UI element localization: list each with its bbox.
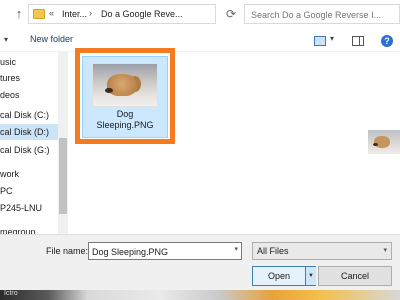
dialog-footer: File name: ▾ All Files ▾ Open ▼ Cancel xyxy=(0,234,400,290)
breadcrumb-item[interactable]: Inter... xyxy=(62,9,87,19)
view-dropdown-icon[interactable]: ▾ xyxy=(330,34,334,43)
breadcrumb-item[interactable]: Do a Google Reve... xyxy=(101,9,183,19)
chevron-right-icon[interactable]: › xyxy=(89,8,92,18)
toolbar: ▾ New folder ▾ ? xyxy=(0,30,400,52)
preview-pane-icon[interactable] xyxy=(352,36,364,46)
overflow-chevron-icon[interactable]: « xyxy=(49,8,54,18)
cancel-button[interactable]: Cancel xyxy=(318,266,392,286)
file-list: Dog Sleeping.PNG xyxy=(68,48,400,234)
file-type-value: All Files xyxy=(257,246,289,256)
nav-item-local-disk-d[interactable]: cal Disk (D:) xyxy=(0,124,58,140)
up-arrow-icon[interactable]: ↑ xyxy=(12,6,26,22)
refresh-icon[interactable]: ⟳ xyxy=(223,6,239,22)
nav-item-videos[interactable]: deos xyxy=(0,87,58,103)
nav-item-homegroup[interactable]: megroup xyxy=(0,224,58,234)
open-button-label: Open xyxy=(267,271,291,281)
address-row: ↑ « Inter... › Do a Google Reve... ⟳ xyxy=(0,0,400,30)
nav-item-network[interactable]: work xyxy=(0,166,58,182)
nav-scrollbar[interactable] xyxy=(58,52,68,234)
chevron-down-icon[interactable]: ▾ xyxy=(383,246,387,254)
background-text: Ictro xyxy=(4,290,18,297)
organize-dropdown-icon[interactable]: ▾ xyxy=(4,35,8,44)
nav-item-music[interactable]: usic xyxy=(0,54,58,70)
nav-item-local-disk-g[interactable]: cal Disk (G:) xyxy=(0,142,58,158)
file-name-label: Dog Sleeping.PNG xyxy=(96,109,154,130)
search-box[interactable] xyxy=(244,4,400,24)
nav-item-computer[interactable]: P245-LNU xyxy=(0,200,58,216)
preview-thumbnail xyxy=(368,130,400,154)
scrollbar-thumb[interactable] xyxy=(59,138,67,214)
new-folder-button[interactable]: New folder xyxy=(30,34,73,44)
open-options-dropdown[interactable]: ▼ xyxy=(305,267,316,285)
nav-item-pc[interactable]: PC xyxy=(0,183,58,199)
help-icon[interactable]: ? xyxy=(381,35,393,47)
search-input[interactable] xyxy=(251,8,397,21)
background-strip xyxy=(0,290,400,300)
folder-icon xyxy=(33,9,45,19)
view-options-icon[interactable] xyxy=(314,36,326,46)
chevron-down-icon[interactable]: ▾ xyxy=(234,245,238,253)
file-name-input[interactable] xyxy=(92,245,224,258)
file-name-field[interactable]: ▾ xyxy=(88,242,242,260)
file-item[interactable]: Dog Sleeping.PNG xyxy=(82,56,168,138)
file-thumbnail xyxy=(92,63,158,107)
open-button[interactable]: Open ▼ xyxy=(252,266,316,286)
nav-item-local-disk-c[interactable]: cal Disk (C:) xyxy=(0,107,58,123)
file-type-select[interactable]: All Files ▾ xyxy=(252,242,392,260)
nav-item-pictures[interactable]: tures xyxy=(0,70,58,86)
file-name-label: File name: xyxy=(46,246,89,256)
address-bar[interactable]: « Inter... › Do a Google Reve... xyxy=(28,4,216,24)
